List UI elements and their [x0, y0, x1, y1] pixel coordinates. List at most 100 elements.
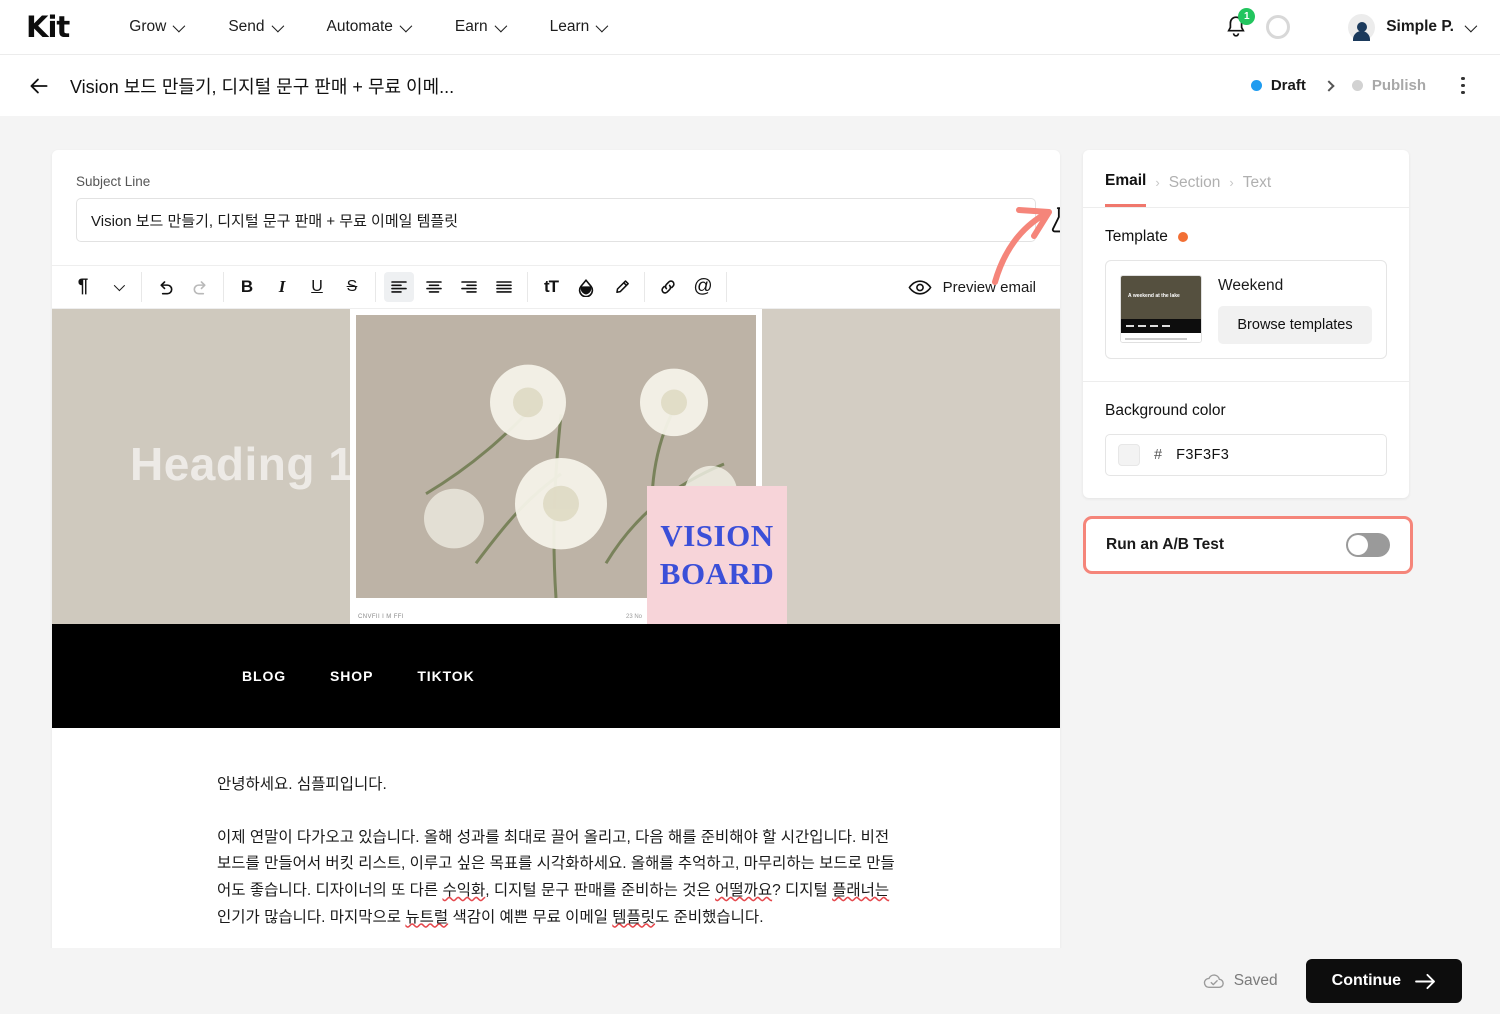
toolbar-group-align	[376, 272, 528, 302]
redo-button[interactable]	[185, 272, 215, 302]
italic-button[interactable]: I	[267, 272, 297, 302]
underline-button[interactable]: U	[302, 272, 332, 302]
document-header: Vision 보드 만들기, 디지털 문구 판매 + 무료 이메... Draf…	[0, 54, 1500, 116]
template-thumb-image	[1121, 276, 1201, 319]
back-arrow-icon[interactable]	[26, 73, 52, 99]
template-label-text: Template	[1105, 228, 1168, 245]
chevron-down-icon	[399, 19, 413, 32]
email-nav-link-shop[interactable]: SHOP	[330, 668, 373, 684]
tab-section[interactable]: Section	[1169, 174, 1221, 206]
continue-button[interactable]: Continue	[1305, 959, 1462, 1003]
user-menu[interactable]: Simple P.	[1348, 13, 1478, 41]
photo-caption-right: 23 No	[625, 614, 642, 620]
tab-email[interactable]: Email	[1105, 172, 1147, 207]
chevron-down-icon	[1464, 19, 1478, 32]
template-thumbnail[interactable]	[1120, 275, 1202, 343]
eye-icon	[908, 279, 932, 295]
hero-photo-frame: CNVFII I M FFI 23 No VISION BOARD	[350, 309, 787, 624]
kit-logo[interactable]: Kit	[26, 10, 70, 44]
align-left-icon	[391, 281, 407, 293]
cloud-check-icon	[1203, 973, 1224, 988]
align-justify-icon	[496, 281, 512, 293]
nav-label: Automate	[326, 18, 393, 35]
more-options-button[interactable]	[1452, 76, 1474, 95]
stage-publish[interactable]: Publish	[1351, 77, 1426, 94]
color-drop-icon	[578, 278, 594, 297]
stage-controls: Draft Publish	[1250, 76, 1474, 95]
vision-board-line-1: VISION	[660, 518, 774, 554]
text-color-button[interactable]	[571, 272, 601, 302]
font-size-button[interactable]: tT	[536, 272, 566, 302]
browse-templates-button[interactable]: Browse templates	[1218, 306, 1372, 344]
insert-link-button[interactable]	[653, 272, 683, 302]
email-body-text[interactable]: 안녕하세요. 심플피입니다. 이제 연말이 다가오고 있습니다. 올해 성과를 …	[52, 728, 1060, 931]
notification-badge: 1	[1238, 8, 1256, 25]
paragraph-style-button[interactable]: ¶	[68, 272, 98, 302]
footer-action-bar: Saved Continue	[0, 948, 1500, 1014]
align-left-button[interactable]	[384, 272, 414, 302]
nav-item-automate[interactable]: Automate	[326, 18, 413, 36]
email-nav-link-tiktok[interactable]: TIKTOK	[417, 668, 474, 684]
nav-item-earn[interactable]: Earn	[454, 18, 507, 36]
background-color-field[interactable]: # F3F3F3	[1105, 434, 1387, 476]
nav-label: Earn	[454, 18, 488, 35]
nav-item-learn[interactable]: Learn	[550, 18, 609, 36]
editor-column: Subject Line ¶	[0, 150, 1083, 1014]
email-nav-bar: BLOG SHOP TIKTOK	[52, 624, 1060, 728]
breadcrumb-separator-icon: ›	[1155, 175, 1160, 190]
hero-image-block[interactable]: CNVFII I M FFI 23 No VISION BOARD Headin…	[52, 309, 1060, 624]
settings-sidebar: Email › Section › Text Template A weeken…	[1083, 150, 1413, 1014]
highlighter-button[interactable]	[606, 272, 636, 302]
toolbar-group-appearance: tT	[528, 272, 645, 302]
ab-test-panel: Run an A/B Test	[1083, 516, 1413, 574]
save-status: Saved	[1203, 972, 1278, 990]
preview-email-button[interactable]: Preview email	[908, 279, 1052, 296]
strikethrough-button[interactable]: S	[337, 272, 367, 302]
chevron-down-icon	[271, 19, 284, 32]
email-paragraph-2: 이제 연말이 다가오고 있습니다. 올해 성과를 최대로 끌어 올리고, 다음 …	[217, 828, 895, 926]
template-name: Weekend	[1218, 277, 1284, 294]
mention-button[interactable]: @	[688, 272, 718, 302]
email-nav-link-blog[interactable]: BLOG	[242, 668, 286, 684]
background-hex-value[interactable]: F3F3F3	[1176, 447, 1229, 463]
align-justify-button[interactable]	[489, 272, 519, 302]
chevron-down-icon	[172, 19, 186, 32]
arrow-right-icon	[1415, 973, 1435, 989]
align-center-button[interactable]	[419, 272, 449, 302]
saved-label: Saved	[1233, 972, 1278, 989]
redo-icon	[193, 280, 206, 294]
email-preview-body: CNVFII I M FFI 23 No VISION BOARD Headin…	[52, 309, 1060, 931]
template-section: Template Weekend Browse templates	[1083, 208, 1409, 382]
link-icon	[661, 280, 675, 294]
undo-button[interactable]	[150, 272, 180, 302]
notifications-button[interactable]: 1	[1222, 8, 1256, 41]
highlighter-icon	[615, 279, 629, 293]
user-name: Simple P.	[1386, 18, 1454, 35]
nav-item-grow[interactable]: Grow	[129, 18, 186, 36]
paragraph-style-dropdown[interactable]	[103, 272, 133, 302]
tab-text[interactable]: Text	[1243, 174, 1271, 206]
settings-panel: Email › Section › Text Template A weeken…	[1083, 150, 1409, 498]
template-card-body: Weekend Browse templates	[1218, 275, 1372, 344]
status-dot-publish	[1351, 80, 1363, 91]
avatar	[1348, 13, 1376, 41]
background-color-label: Background color	[1105, 402, 1226, 419]
background-color-section: Background color # F3F3F3	[1083, 382, 1409, 498]
nav-item-send[interactable]: Send	[228, 18, 284, 36]
ab-test-flask-icon[interactable]	[1048, 206, 1060, 234]
template-section-label: Template	[1105, 228, 1387, 246]
subject-input[interactable]	[76, 198, 1036, 242]
vision-board-line-2: BOARD	[659, 556, 775, 591]
color-swatch[interactable]	[1118, 444, 1140, 466]
bold-button[interactable]: B	[232, 272, 262, 302]
stage-draft[interactable]: Draft	[1250, 77, 1306, 94]
chevron-down-icon	[113, 279, 126, 292]
align-right-button[interactable]	[454, 272, 484, 302]
template-card: Weekend Browse templates	[1105, 260, 1387, 359]
progress-ring-icon[interactable]	[1266, 15, 1291, 39]
ab-test-toggle[interactable]	[1346, 533, 1390, 557]
subject-line-row	[52, 198, 1060, 242]
template-status-orb	[1177, 232, 1188, 242]
toolbar-group-paragraph: ¶	[60, 272, 142, 302]
heading-placeholder[interactable]: Heading 1	[130, 437, 354, 491]
